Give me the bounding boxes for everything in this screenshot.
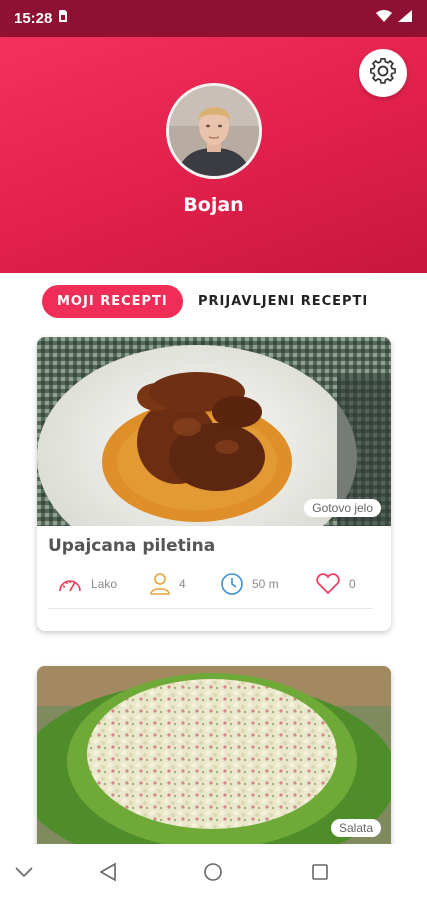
recipe-photo: Salata (37, 666, 391, 846)
clock-icon (220, 572, 244, 596)
recipe-card[interactable]: Gotovo jelo Upajcana piletina Lako 4 50 … (37, 337, 391, 631)
servings-label: 4 (179, 577, 186, 591)
screen: 15:28 Bojan MOJI RECEPTI PRIJAVLJENI REC… (0, 0, 427, 900)
status-bar: 15:28 (0, 0, 427, 37)
person-icon (149, 572, 171, 596)
recipe-photo: Gotovo jelo (37, 337, 391, 526)
profile-header: Bojan (0, 37, 427, 273)
signal-icon (397, 9, 413, 28)
difficulty-label: Lako (91, 577, 118, 591)
recipe-title: Upajcana piletina (48, 536, 216, 556)
time-label: 50 m (252, 577, 279, 591)
user-name: Bojan (183, 194, 244, 216)
time-item: 50 m (220, 569, 279, 599)
likes-item[interactable]: 0 (315, 569, 356, 599)
wifi-icon (375, 9, 393, 28)
recipe-meta: Lako 4 50 m 0 (37, 569, 391, 599)
navigation-bar (0, 844, 427, 900)
card-divider (48, 608, 373, 609)
chevron-down-icon[interactable] (12, 860, 36, 884)
gear-icon (369, 57, 397, 90)
servings-item: 4 (149, 569, 186, 599)
avatar[interactable] (166, 83, 262, 179)
status-time: 15:28 (14, 10, 53, 27)
tab-my-recipes[interactable]: MOJI RECEPTI (42, 285, 183, 318)
recents-icon[interactable] (308, 860, 332, 884)
recipe-card[interactable]: Salata (37, 666, 391, 866)
difficulty-item: Lako (57, 569, 117, 599)
recipe-category-badge: Salata (330, 819, 381, 837)
sim-card-icon (58, 9, 68, 28)
home-icon[interactable] (201, 860, 225, 884)
heart-icon[interactable] (315, 573, 341, 595)
back-icon[interactable] (96, 860, 120, 884)
recipe-tabs: MOJI RECEPTI PRIJAVLJENI RECEPTI (0, 283, 427, 319)
gauge-icon (57, 573, 83, 595)
settings-button[interactable] (359, 49, 407, 97)
recipe-category-badge: Gotovo jelo (304, 499, 381, 517)
tab-reported-recipes[interactable]: PRIJAVLJENI RECEPTI (198, 285, 368, 318)
likes-count: 0 (349, 577, 356, 591)
